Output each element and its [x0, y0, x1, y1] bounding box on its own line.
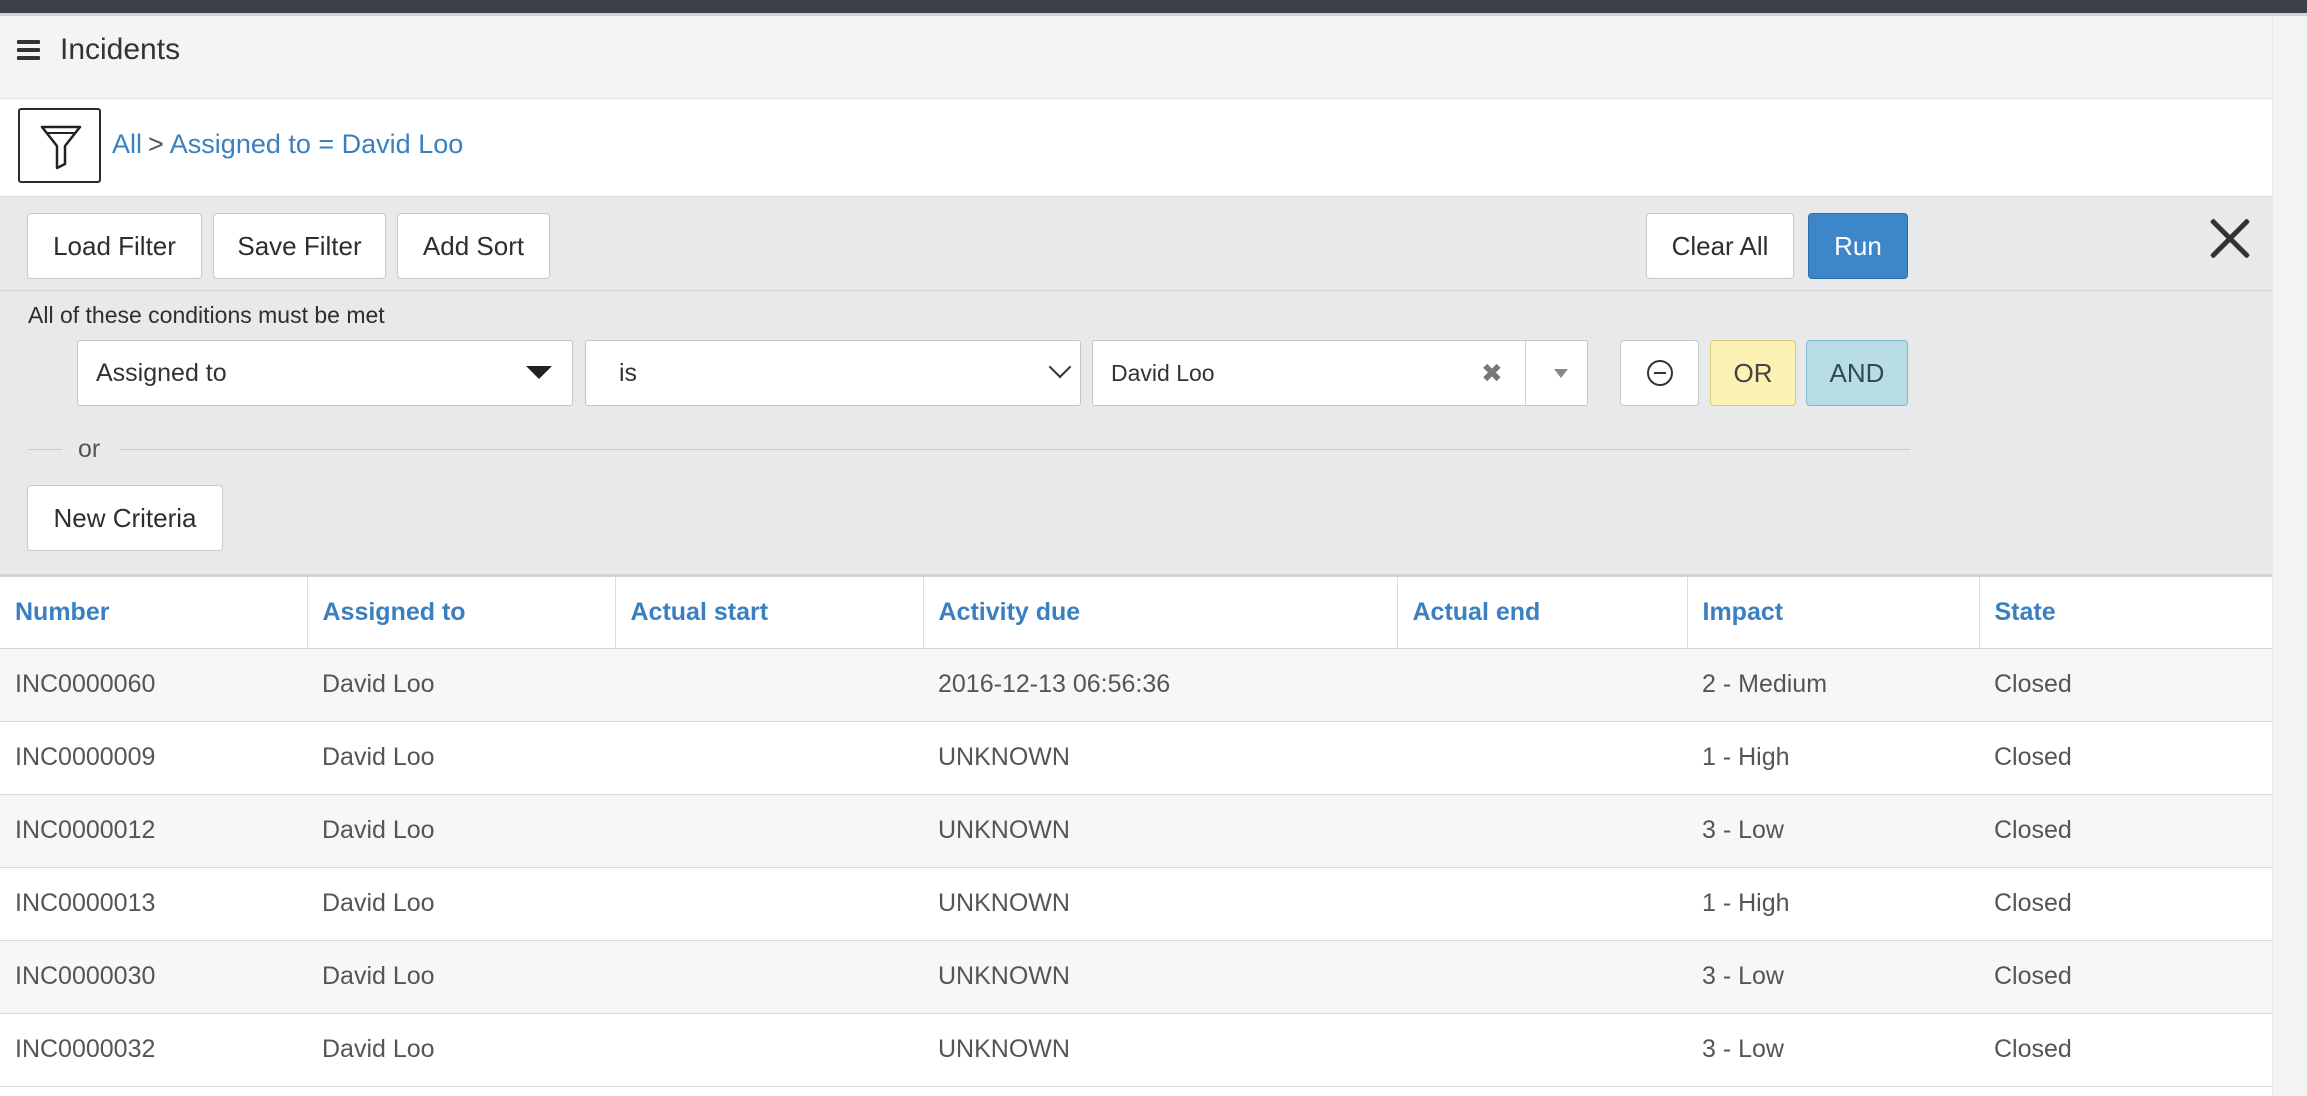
cell-state: Closed — [1979, 721, 2272, 795]
page-header: Incidents — [0, 16, 2272, 99]
cell-actual-start — [615, 940, 923, 1014]
filter-toggle-button[interactable] — [18, 108, 101, 183]
column-header-impact[interactable]: Impact — [1687, 577, 1980, 649]
caret-down-icon — [526, 366, 552, 379]
table-header-row: Number Assigned to Actual start Activity… — [0, 577, 2272, 649]
cell-number: INC0000030 — [0, 940, 307, 1014]
add-sort-button[interactable]: Add Sort — [397, 213, 550, 279]
field-select-value: Assigned to — [96, 359, 227, 387]
cell-activity-due: UNKNOWN — [923, 940, 1397, 1014]
column-header-state[interactable]: State — [1979, 577, 2272, 649]
column-header-activity-due[interactable]: Activity due — [923, 577, 1398, 649]
column-header-actual-end[interactable]: Actual end — [1397, 577, 1688, 649]
operator-select-value: is — [619, 359, 638, 387]
cell-activity-due: UNKNOWN — [923, 867, 1397, 941]
cell-activity-due: UNKNOWN — [923, 794, 1397, 868]
chevron-down-icon — [1048, 355, 1072, 379]
cell-actual-start — [615, 648, 923, 722]
conditions-label: All of these conditions must be met — [28, 302, 385, 328]
cell-activity-due: UNKNOWN — [923, 1013, 1397, 1087]
and-condition-button[interactable]: AND — [1806, 340, 1908, 406]
breadcrumb-bar: All > Assigned to = David Loo — [0, 99, 2272, 197]
cell-state: Closed — [1979, 940, 2272, 1014]
or-condition-button[interactable]: OR — [1710, 340, 1796, 406]
cell-assigned-to: David Loo — [307, 794, 615, 868]
breadcrumb-all-link[interactable]: All — [112, 129, 142, 159]
reference-dropdown-icon[interactable] — [1554, 369, 1568, 378]
cell-activity-due: UNKNOWN — [923, 721, 1397, 795]
field-select[interactable]: Assigned to — [77, 340, 573, 406]
cell-state: Closed — [1979, 794, 2272, 868]
minus-circle-icon — [1647, 360, 1673, 386]
value-reference-field[interactable]: David Loo ✖ — [1092, 340, 1588, 406]
cell-number: INC0000060 — [0, 648, 307, 722]
value-field-text: David Loo — [1111, 360, 1215, 386]
clear-all-button[interactable]: Clear All — [1646, 213, 1794, 279]
table-row[interactable]: INC0000030 David Loo UNKNOWN 3 - Low Clo… — [0, 940, 2272, 1014]
cell-impact: 1 - High — [1687, 721, 1979, 795]
close-icon[interactable] — [2208, 217, 2252, 261]
cell-actual-start — [615, 1013, 923, 1087]
cell-state: Closed — [1979, 1013, 2272, 1087]
hamburger-menu-icon[interactable] — [16, 37, 42, 63]
cell-number: INC0000009 — [0, 721, 307, 795]
column-header-actual-start[interactable]: Actual start — [615, 577, 924, 649]
funnel-icon — [40, 125, 82, 170]
breadcrumb: All > Assigned to = David Loo — [112, 126, 463, 162]
cell-activity-due: 2016-12-13 06:56:36 — [923, 648, 1397, 722]
incidents-table: Number Assigned to Actual start Activity… — [0, 577, 2272, 1087]
or-divider-left — [28, 449, 62, 450]
cell-state: Closed — [1979, 867, 2272, 941]
table-row[interactable]: INC0000013 David Loo UNKNOWN 1 - High Cl… — [0, 867, 2272, 941]
table-row[interactable]: INC0000012 David Loo UNKNOWN 3 - Low Clo… — [0, 794, 2272, 868]
table-row[interactable]: INC0000009 David Loo UNKNOWN 1 - High Cl… — [0, 721, 2272, 795]
column-header-assigned-to[interactable]: Assigned to — [307, 577, 616, 649]
table-row[interactable]: INC0000032 David Loo UNKNOWN 3 - Low Clo… — [0, 1013, 2272, 1087]
breadcrumb-condition-link[interactable]: Assigned to = David Loo — [170, 129, 463, 159]
filter-panel: Load Filter Save Filter Add Sort Clear A… — [0, 197, 2272, 577]
filter-toolbar: Load Filter Save Filter Add Sort Clear A… — [0, 197, 2272, 291]
page-title: Incidents — [60, 33, 181, 66]
table-row[interactable]: INC0000060 David Loo 2016-12-13 06:56:36… — [0, 648, 2272, 722]
column-header-number[interactable]: Number — [0, 577, 308, 649]
cell-actual-end — [1397, 940, 1687, 1014]
cell-actual-start — [615, 794, 923, 868]
cell-number: INC0000012 — [0, 794, 307, 868]
cell-state: Closed — [1979, 648, 2272, 722]
breadcrumb-separator: > — [148, 129, 164, 159]
remove-condition-button[interactable] — [1620, 340, 1699, 406]
cell-number: INC0000032 — [0, 1013, 307, 1087]
cell-assigned-to: David Loo — [307, 940, 615, 1014]
new-criteria-button[interactable]: New Criteria — [27, 485, 223, 551]
cell-impact: 3 - Low — [1687, 794, 1979, 868]
cell-actual-start — [615, 721, 923, 795]
cell-assigned-to: David Loo — [307, 867, 615, 941]
top-window-bar — [0, 0, 2307, 16]
cell-actual-end — [1397, 1013, 1687, 1087]
cell-assigned-to: David Loo — [307, 721, 615, 795]
or-divider-right — [120, 449, 1910, 450]
clear-value-icon[interactable]: ✖ — [1481, 341, 1503, 405]
reference-divider — [1525, 341, 1526, 405]
cell-actual-start — [615, 867, 923, 941]
or-separator-label: or — [78, 435, 101, 463]
save-filter-button[interactable]: Save Filter — [213, 213, 386, 279]
cell-impact: 3 - Low — [1687, 940, 1979, 1014]
scrollbar-gutter[interactable] — [2272, 16, 2307, 1096]
cell-impact: 1 - High — [1687, 867, 1979, 941]
cell-impact: 3 - Low — [1687, 1013, 1979, 1087]
run-button[interactable]: Run — [1808, 213, 1908, 279]
cell-assigned-to: David Loo — [307, 1013, 615, 1087]
cell-actual-end — [1397, 721, 1687, 795]
load-filter-button[interactable]: Load Filter — [27, 213, 202, 279]
cell-actual-end — [1397, 648, 1687, 722]
operator-select[interactable]: is — [585, 340, 1081, 406]
cell-actual-end — [1397, 867, 1687, 941]
cell-assigned-to: David Loo — [307, 648, 615, 722]
cell-actual-end — [1397, 794, 1687, 868]
cell-number: INC0000013 — [0, 867, 307, 941]
cell-impact: 2 - Medium — [1687, 648, 1979, 722]
